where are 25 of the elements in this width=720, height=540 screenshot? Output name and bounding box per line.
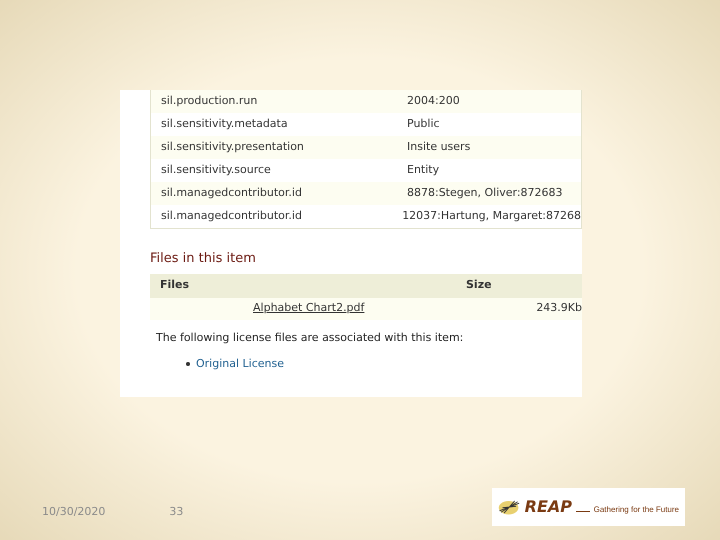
section-heading: Files in this item — [150, 250, 257, 268]
column-header: Size — [466, 277, 492, 294]
metadata-field: sil.sensitivity.metadata — [151, 116, 407, 133]
logo-rule — [576, 510, 590, 512]
slide-date: 10/30/2020 — [42, 504, 106, 520]
metadata-field: sil.production.run — [151, 93, 407, 110]
metadata-value: Public — [407, 116, 440, 132]
license-note: The following license files are associated with this item: — [156, 330, 464, 346]
bullet-icon — [186, 362, 190, 366]
metadata-field: sil.managedcontributor.id — [151, 208, 402, 225]
metadata-value: 12037:Hartung, Margaret:87268 — [402, 208, 581, 224]
license-link[interactable]: Original License — [196, 356, 284, 372]
metadata-value: Entity — [407, 162, 440, 178]
slide-number: 33 — [169, 504, 184, 520]
metadata-field: sil.sensitivity.source — [151, 162, 407, 179]
file-link[interactable]: Alphabet Chart2.pdf — [253, 300, 536, 317]
metadata-field: sil.managedcontributor.id — [151, 185, 407, 202]
metadata-value: 8878:Stegen, Oliver:872683 — [407, 185, 563, 202]
column-header: Files — [159, 277, 190, 294]
file-size: 243.9Kb — [536, 300, 582, 316]
metadata-field: sil.sensitivity.presentation — [151, 139, 407, 156]
metadata-value: 2004:200 — [407, 93, 460, 110]
logo-name: REAP — [524, 496, 572, 518]
metadata-value: Insite users — [407, 139, 470, 156]
logo-tagline: Gathering for the Future — [594, 504, 679, 516]
